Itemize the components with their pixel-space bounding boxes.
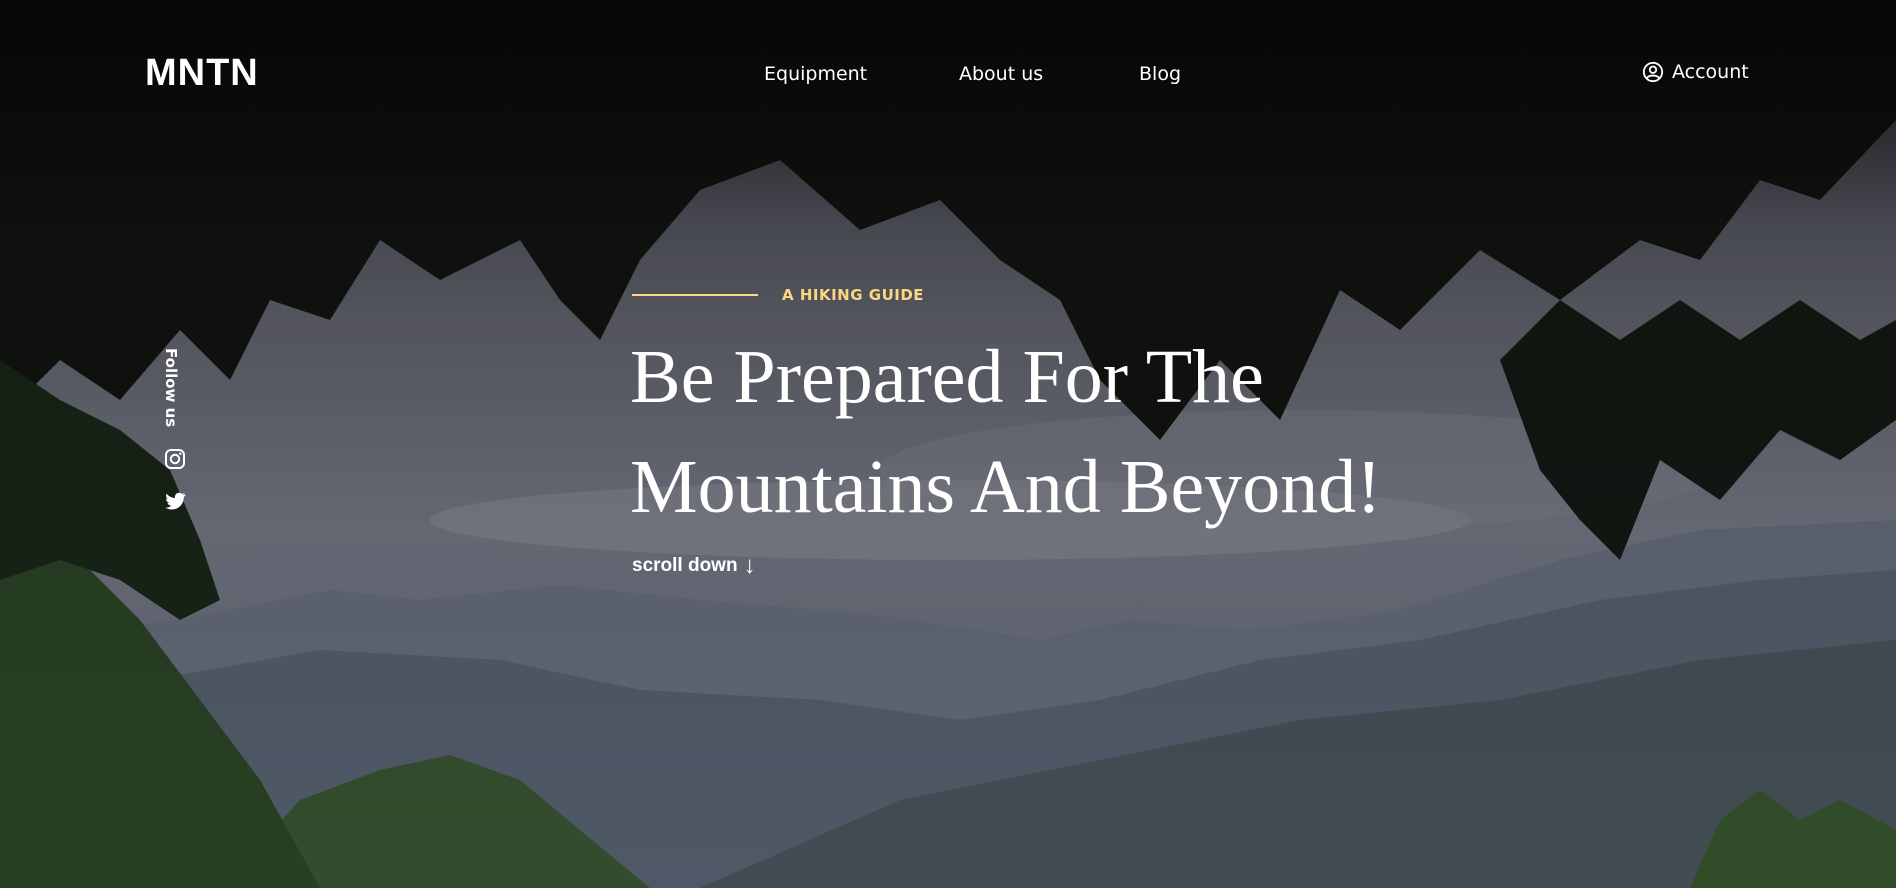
nav-item-about-us[interactable]: About us: [959, 63, 1043, 85]
eyebrow-text: A HIKING GUIDE: [782, 286, 925, 304]
scroll-down-link[interactable]: scroll down ↓: [632, 552, 756, 580]
nav-item-blog[interactable]: Blog: [1139, 63, 1181, 85]
account-link[interactable]: Account: [1642, 61, 1749, 83]
twitter-icon[interactable]: [163, 489, 187, 513]
follow-us-label: Follow us: [162, 348, 180, 428]
headline-line-2: Mountains And Beyond!: [630, 445, 1382, 529]
main-nav: Equipment About us Blog: [0, 63, 1896, 93]
user-circle-icon: [1642, 61, 1664, 83]
arrow-down-icon: ↓: [743, 552, 756, 579]
eyebrow-divider: [632, 294, 758, 296]
instagram-icon[interactable]: [163, 447, 187, 471]
hero-headline: Be Prepared For The Mountains And Beyond…: [630, 322, 1450, 542]
account-label: Account: [1672, 61, 1749, 83]
hero-section: MNTN Equipment About us Blog Account Fol…: [0, 0, 1896, 888]
headline-line-1: Be Prepared For The: [630, 335, 1264, 419]
nav-item-equipment[interactable]: Equipment: [764, 63, 867, 85]
hero-eyebrow: A HIKING GUIDE: [632, 286, 924, 304]
scroll-down-label: scroll down: [632, 555, 738, 576]
